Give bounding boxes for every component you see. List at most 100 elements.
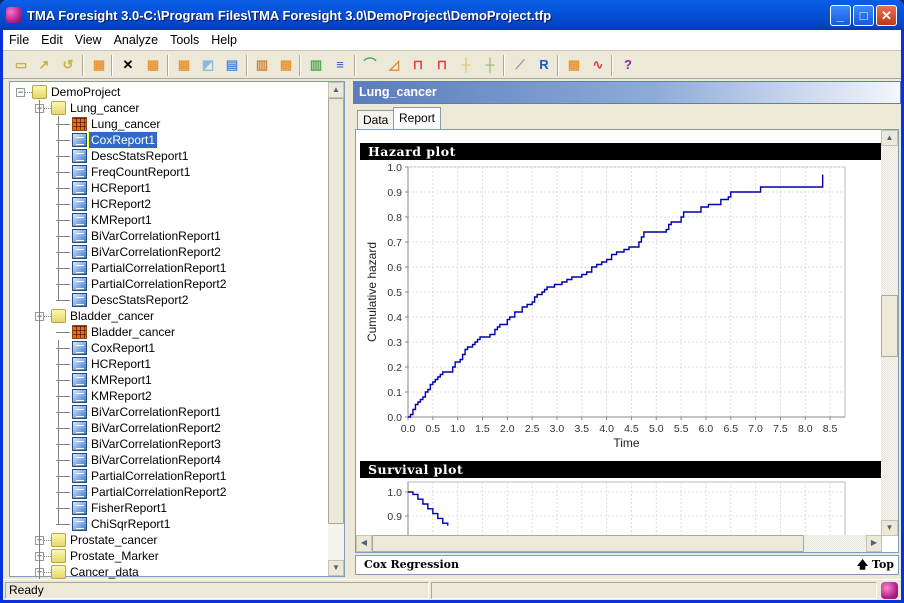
tree-connector [44, 572, 51, 573]
tree-connector [25, 92, 32, 93]
tree-connector [56, 300, 70, 301]
report-scroll-up-button[interactable]: ▲ [881, 130, 898, 146]
folder-icon [32, 85, 47, 99]
tree-item-label: FisherReport1 [91, 501, 168, 515]
new-table-button[interactable]: ▦ [144, 56, 162, 74]
section-hazard-plot: Hazard plot [360, 143, 882, 160]
tab-report[interactable]: Report [393, 107, 442, 129]
report-icon [72, 165, 87, 179]
report-vertical-scrollbar[interactable]: ▲ ▼ [881, 130, 898, 536]
toolbar-separator [354, 55, 356, 76]
y-tick-label: 0.1 [387, 387, 402, 399]
toolbar-separator [299, 55, 301, 76]
export-table-icon: ▦ [177, 57, 191, 72]
report-horizontal-scrollbar[interactable]: ◀ ▶ [356, 535, 882, 552]
report-icon [72, 197, 87, 211]
distribution-icon: ∿ [592, 57, 604, 72]
menu-help[interactable]: Help [205, 30, 243, 47]
report-icon [72, 213, 87, 227]
toolbar-separator [503, 55, 505, 76]
top-link[interactable]: 🡅 Top [857, 556, 894, 574]
help-book-button[interactable]: ? [619, 56, 637, 74]
report-icon [72, 181, 87, 195]
scroll-up-button[interactable]: ▲ [328, 82, 344, 98]
merge-data-button[interactable]: ▥ [253, 56, 271, 74]
report-icon [72, 293, 87, 307]
tree-connector [44, 108, 51, 109]
tree-item-label: KMReport2 [91, 389, 152, 403]
histogram-icon: ▥ [309, 57, 323, 72]
tree-connector [58, 340, 59, 524]
folder-icon [51, 309, 66, 323]
report-icon [72, 229, 87, 243]
sort-table-button[interactable]: ▦ [277, 56, 295, 74]
close-project-button[interactable]: ↺ [59, 56, 77, 74]
distribution-button[interactable]: ∿ [589, 56, 607, 74]
scroll-down-button[interactable]: ▼ [328, 560, 344, 576]
menu-analyze[interactable]: Analyze [108, 30, 164, 47]
section-survival-plot: Survival plot [360, 461, 882, 478]
report-scroll-right-button[interactable]: ▶ [866, 535, 882, 552]
new-project-button[interactable]: ▭ [12, 56, 30, 74]
y-tick-label: 0.8 [387, 212, 402, 224]
report-scroll-left-button[interactable]: ◀ [356, 535, 372, 552]
menu-view[interactable]: View [69, 30, 108, 47]
report-icon [72, 485, 87, 499]
collapse-toggle[interactable]: − [16, 88, 25, 97]
cox-regression-button[interactable]: ◿ [385, 56, 403, 74]
minimize-button[interactable]: _ [830, 5, 851, 26]
report-scroll-down-button[interactable]: ▼ [881, 520, 898, 536]
folder-icon [51, 565, 66, 579]
toolbar-separator [557, 55, 559, 76]
delete-button[interactable]: ✕ [119, 56, 137, 74]
folder-icon [51, 101, 66, 115]
scatter-button[interactable]: ┼ [457, 56, 475, 74]
tree-vertical-scrollbar[interactable]: ▲ ▼ [328, 82, 344, 576]
menu-tools[interactable]: Tools [164, 30, 205, 47]
import-data-button[interactable]: ▦ [90, 56, 108, 74]
report-icon [72, 469, 87, 483]
regression-button[interactable]: ⟋ [511, 56, 529, 74]
report-icon [72, 389, 87, 403]
frequency-button[interactable]: ≡ [331, 56, 349, 74]
x-tick-label: 1.0 [450, 423, 465, 435]
tree-item-label: Cancer_data [70, 565, 139, 579]
report-scroll-thumb[interactable] [881, 295, 898, 357]
x-tick-label: 6.5 [723, 423, 738, 435]
tab-data[interactable]: Data [357, 110, 395, 129]
export-table-button[interactable]: ▦ [175, 56, 193, 74]
cluster-button[interactable]: ⊓ [409, 56, 427, 74]
tree-item-label: Prostate_Marker [70, 549, 159, 563]
report-icon [72, 357, 87, 371]
close-button[interactable]: ✕ [876, 5, 897, 26]
report-icon [72, 245, 87, 259]
correlation-icon: ┼ [485, 57, 495, 72]
x-tick-label: 7.5 [773, 423, 788, 435]
x-tick-label: 0.5 [426, 423, 441, 435]
tree-item-label: DemoProject [51, 85, 121, 99]
toolbar-separator [111, 55, 113, 76]
menu-file[interactable]: File [3, 30, 35, 47]
dendrogram-button[interactable]: ⊓ [433, 56, 451, 74]
scroll-thumb[interactable] [328, 98, 344, 524]
export-chart-button[interactable]: ◩ [199, 56, 217, 74]
x-tick-label: 3.5 [575, 423, 590, 435]
tree-item-label: PartialCorrelationReport1 [91, 261, 227, 275]
status-cell [431, 582, 877, 599]
export-report-button[interactable]: ▤ [223, 56, 241, 74]
report-hscroll-thumb[interactable] [372, 535, 804, 552]
tab-strip: Data Report [353, 107, 901, 129]
kaplan-meier-button[interactable]: ⌒ [361, 56, 379, 74]
r-value-button[interactable]: R [535, 56, 553, 74]
app-logo-icon [6, 7, 22, 23]
menu-edit[interactable]: Edit [35, 30, 69, 47]
title-bar[interactable]: TMA Foresight 3.0-C:\Program Files\TMA F… [0, 0, 904, 30]
maximize-button[interactable]: □ [853, 5, 874, 26]
report-footer: Cox Regression 🡅 Top [355, 555, 899, 575]
contingency-button[interactable]: ▦ [565, 56, 583, 74]
open-project-button[interactable]: ↗ [35, 56, 53, 74]
tree-item-label: HCReport1 [91, 357, 152, 371]
histogram-button[interactable]: ▥ [307, 56, 325, 74]
open-project-icon: ↗ [38, 57, 50, 72]
correlation-button[interactable]: ┼ [481, 56, 499, 74]
